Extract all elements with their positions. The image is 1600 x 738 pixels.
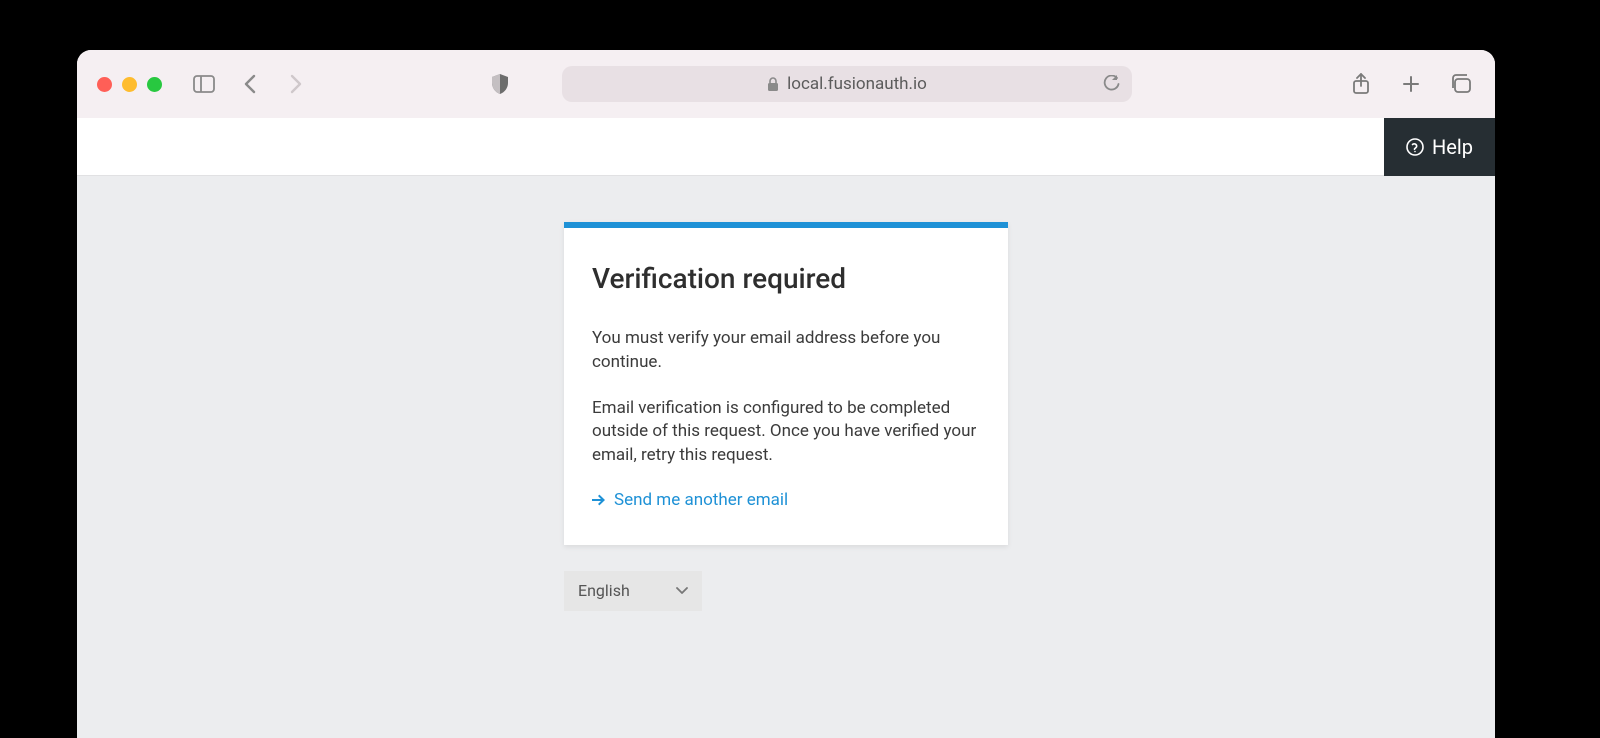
sidebar-toggle-button[interactable] xyxy=(190,70,218,98)
browser-toolbar: local.fusionauth.io xyxy=(77,50,1495,118)
arrow-right-icon xyxy=(592,493,606,507)
share-button[interactable] xyxy=(1347,70,1375,98)
help-icon xyxy=(1406,138,1424,156)
card-title: Verification required xyxy=(592,262,980,295)
browser-window: local.fusionauth.io xyxy=(77,50,1495,738)
resend-email-label: Send me another email xyxy=(614,490,788,510)
new-tab-button[interactable] xyxy=(1397,70,1425,98)
help-label: Help xyxy=(1432,135,1473,159)
maximize-window-button[interactable] xyxy=(147,77,162,92)
address-url: local.fusionauth.io xyxy=(787,74,927,94)
page-content: Help Verification required You must veri… xyxy=(77,118,1495,738)
language-selected-label: English xyxy=(578,581,630,600)
close-window-button[interactable] xyxy=(97,77,112,92)
window-controls xyxy=(97,77,162,92)
privacy-shield-icon[interactable] xyxy=(486,70,514,98)
minimize-window-button[interactable] xyxy=(122,77,137,92)
address-bar[interactable]: local.fusionauth.io xyxy=(562,66,1132,102)
forward-button[interactable] xyxy=(282,70,310,98)
back-button[interactable] xyxy=(236,70,264,98)
card-paragraph-1: You must verify your email address befor… xyxy=(592,327,980,375)
reload-button[interactable] xyxy=(1103,75,1120,93)
app-header: Help xyxy=(77,118,1495,176)
main-content: Verification required You must verify yo… xyxy=(77,176,1495,611)
card-paragraph-2: Email verification is configured to be c… xyxy=(592,397,980,468)
help-button[interactable]: Help xyxy=(1384,118,1495,176)
verification-card: Verification required You must verify yo… xyxy=(564,222,1008,545)
resend-email-link[interactable]: Send me another email xyxy=(592,490,788,510)
tab-overview-button[interactable] xyxy=(1447,70,1475,98)
language-select[interactable]: English xyxy=(564,571,702,611)
lock-icon xyxy=(767,77,779,91)
chevron-down-icon xyxy=(676,587,688,595)
